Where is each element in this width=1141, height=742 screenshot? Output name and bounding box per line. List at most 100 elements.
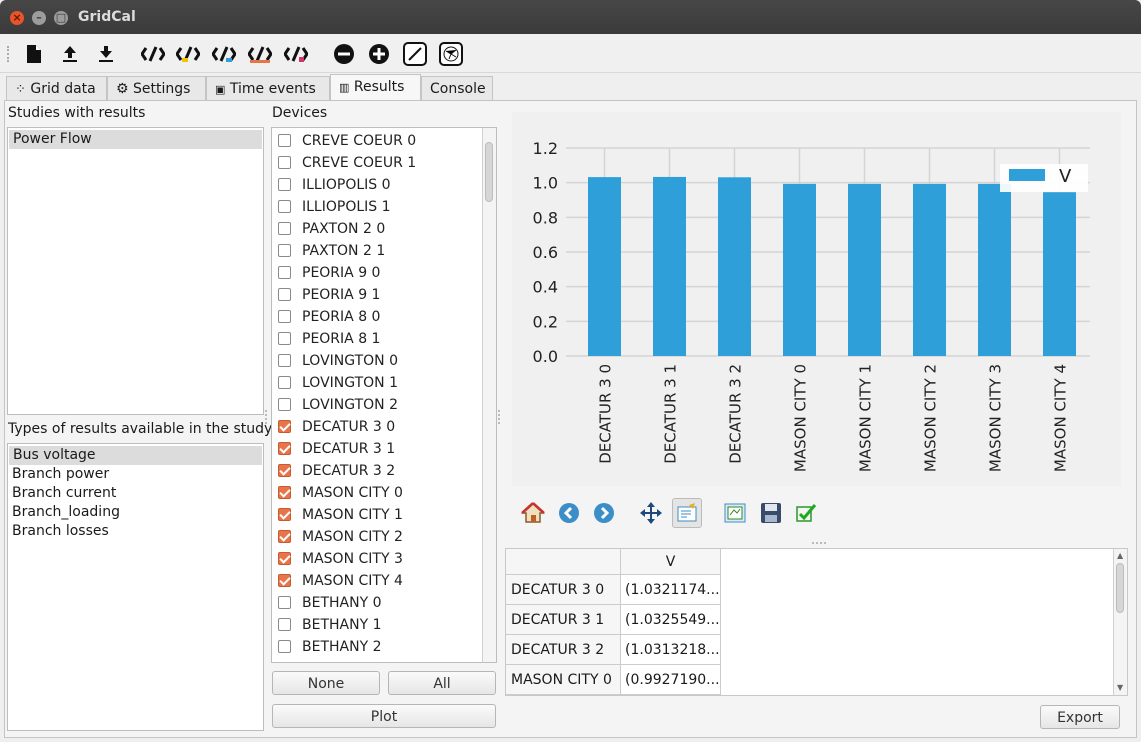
column-header-v[interactable]: V [621, 549, 721, 575]
table-cell[interactable]: (0.9927190... [621, 665, 721, 695]
device-item[interactable]: CREVE COEUR 1 [272, 152, 484, 174]
check-icon[interactable] [793, 500, 819, 526]
device-checkbox[interactable] [278, 420, 291, 433]
grid-map-icon[interactable] [439, 42, 463, 66]
device-checkbox[interactable] [278, 464, 291, 477]
device-checkbox[interactable] [278, 354, 291, 367]
tab-results[interactable]: ▥ Results [330, 74, 421, 101]
tab-console[interactable]: Console [421, 76, 493, 100]
device-item[interactable]: MASON CITY 3 [272, 548, 484, 570]
scrollbar-thumb[interactable] [1116, 563, 1124, 613]
minimize-window-button[interactable]: – [32, 11, 46, 25]
studies-list[interactable]: Power Flow [7, 127, 264, 415]
device-checkbox[interactable] [278, 156, 291, 169]
tab-settings[interactable]: ⚙ Settings [107, 76, 206, 100]
device-checkbox[interactable] [278, 640, 291, 653]
time-series-icon[interactable] [248, 42, 272, 66]
zoom-out-icon[interactable] [332, 42, 356, 66]
device-checkbox[interactable] [278, 596, 291, 609]
edit-axis-icon[interactable] [672, 498, 702, 528]
new-file-icon[interactable] [22, 42, 46, 66]
result-type-item[interactable]: Branch_loading [12, 503, 120, 522]
result-types-list[interactable]: Bus voltage Branch power Branch current … [7, 443, 264, 731]
device-item[interactable]: PEORIA 9 0 [272, 262, 484, 284]
device-item[interactable]: CREVE COEUR 0 [272, 130, 484, 152]
device-checkbox[interactable] [278, 332, 291, 345]
monte-carlo-icon[interactable] [284, 42, 308, 66]
splitter-handle[interactable] [265, 410, 271, 424]
device-checkbox[interactable] [278, 310, 291, 323]
device-item[interactable]: DECATUR 3 0 [272, 416, 484, 438]
back-icon[interactable] [556, 500, 582, 526]
splitter-handle[interactable] [812, 542, 826, 547]
device-checkbox[interactable] [278, 288, 291, 301]
device-item[interactable]: BETHANY 2 [272, 636, 484, 658]
table-cell[interactable]: (1.0313218... [621, 635, 721, 665]
select-all-button[interactable]: All [388, 671, 496, 695]
device-item[interactable]: MASON CITY 0 [272, 482, 484, 504]
table-row-header[interactable]: MASON CITY 0 [506, 665, 621, 695]
device-checkbox[interactable] [278, 178, 291, 191]
table-cell[interactable]: (1.0325549... [621, 605, 721, 635]
tab-time-events[interactable]: ▣ Time events [206, 76, 330, 100]
result-type-item[interactable]: Bus voltage [9, 446, 262, 465]
device-item[interactable]: MASON CITY 2 [272, 526, 484, 548]
maximize-window-button[interactable]: □ [54, 11, 68, 25]
table-cell[interactable]: (1.0321174... [621, 575, 721, 605]
scroll-up-icon[interactable]: ▲ [1117, 551, 1123, 560]
device-checkbox[interactable] [278, 552, 291, 565]
device-checkbox[interactable] [278, 244, 291, 257]
devices-list[interactable]: CREVE COEUR 0 CREVE COEUR 1 ILLIOPOLIS 0 IL… [271, 127, 497, 663]
device-item[interactable]: MASON CITY 4 [272, 570, 484, 592]
table-row-header[interactable]: DECATUR 3 0 [506, 575, 621, 605]
forward-icon[interactable] [591, 500, 617, 526]
home-icon[interactable] [520, 500, 546, 526]
short-circuit-icon[interactable] [176, 42, 200, 66]
scrollbar-thumb[interactable] [485, 142, 493, 202]
device-item[interactable]: ILLIOPOLIS 1 [272, 196, 484, 218]
splitter-handle[interactable] [498, 410, 504, 424]
device-checkbox[interactable] [278, 530, 291, 543]
device-item[interactable]: PEORIA 8 1 [272, 328, 484, 350]
device-item[interactable]: BETHANY 0 [272, 592, 484, 614]
table-row-header[interactable]: DECATUR 3 1 [506, 605, 621, 635]
device-item[interactable]: DECATUR 3 2 [272, 460, 484, 482]
pan-icon[interactable] [638, 500, 664, 526]
study-item-power-flow[interactable]: Power Flow [9, 130, 262, 149]
plot-button[interactable]: Plot [272, 704, 496, 728]
close-window-button[interactable]: × [10, 11, 24, 25]
scroll-down-icon[interactable]: ▼ [1117, 683, 1123, 692]
device-checkbox[interactable] [278, 574, 291, 587]
save-icon[interactable] [758, 500, 784, 526]
device-item[interactable]: BETHANY 1 [272, 614, 484, 636]
device-item[interactable]: PAXTON 2 1 [272, 240, 484, 262]
device-item[interactable]: PAXTON 2 0 [272, 218, 484, 240]
result-type-item[interactable]: Branch losses [12, 522, 109, 541]
export-button[interactable]: Export [1040, 705, 1120, 729]
device-checkbox[interactable] [278, 266, 291, 279]
device-item[interactable]: PEORIA 8 0 [272, 306, 484, 328]
result-type-item[interactable]: Branch power [12, 465, 109, 484]
device-checkbox[interactable] [278, 376, 291, 389]
download-icon[interactable] [94, 42, 118, 66]
device-checkbox[interactable] [278, 618, 291, 631]
table-scrollbar[interactable]: ▲ ▼ [1113, 549, 1127, 695]
devices-scrollbar[interactable] [482, 128, 496, 662]
line-tool-icon[interactable] [403, 42, 427, 66]
results-table[interactable]: V DECATUR 3 0 (1.0321174... DECATUR 3 1 (1.… [505, 548, 1128, 696]
configure-subplots-icon[interactable] [722, 500, 748, 526]
device-checkbox[interactable] [278, 134, 291, 147]
result-type-item[interactable]: Branch current [12, 484, 116, 503]
power-flow-icon[interactable] [141, 42, 165, 66]
device-checkbox[interactable] [278, 486, 291, 499]
device-item[interactable]: LOVINGTON 1 [272, 372, 484, 394]
tab-grid-data[interactable]: ⁘ Grid data [6, 76, 107, 100]
device-item[interactable]: MASON CITY 1 [272, 504, 484, 526]
device-item[interactable]: LOVINGTON 2 [272, 394, 484, 416]
device-checkbox[interactable] [278, 200, 291, 213]
upload-icon[interactable] [58, 42, 82, 66]
device-checkbox[interactable] [278, 398, 291, 411]
device-checkbox[interactable] [278, 222, 291, 235]
device-item[interactable]: ILLIOPOLIS 0 [272, 174, 484, 196]
device-item[interactable]: PEORIA 9 1 [272, 284, 484, 306]
